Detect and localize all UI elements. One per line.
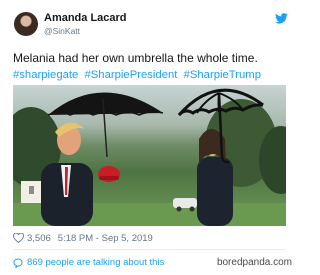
tweet-photo[interactable] xyxy=(13,85,286,226)
twitter-bird-icon[interactable] xyxy=(275,13,288,24)
hashtag-line: #sharpiegate #SharpiePresident #SharpieT… xyxy=(13,68,298,83)
hashtag-link[interactable]: #sharpiegate xyxy=(13,69,78,81)
divider xyxy=(13,249,286,250)
talking-text[interactable]: 869 people are talking about this xyxy=(27,257,164,268)
speech-bubble-icon xyxy=(13,257,23,268)
talking-link[interactable]: 869 people are talking about this xyxy=(13,257,164,268)
hashtag-link[interactable]: #SharpieTrump xyxy=(184,69,261,81)
tweet-text: Melania had her own umbrella the whole t… xyxy=(13,51,258,65)
avatar[interactable] xyxy=(14,12,38,36)
like-count[interactable]: 3,506 xyxy=(27,233,51,244)
author-handle[interactable]: @SinKatt xyxy=(44,26,80,36)
hashtag-link[interactable]: #SharpiePresident xyxy=(84,69,177,81)
umbrella-shape xyxy=(48,92,163,115)
tweet-card: Amanda Lacard @SinKatt Melania had her o… xyxy=(0,0,300,275)
heart-icon[interactable] xyxy=(13,233,24,243)
woman-figure xyxy=(197,157,233,226)
author-name[interactable]: Amanda Lacard xyxy=(44,12,127,25)
photo-scene xyxy=(13,88,286,226)
car-shape xyxy=(173,198,197,208)
tweet-meta: 3,506 5:18 PM - Sep 5, 2019 xyxy=(13,232,153,244)
tweet-timestamp[interactable]: 5:18 PM - Sep 5, 2019 xyxy=(58,233,153,244)
site-watermark: boredpanda.com xyxy=(216,257,292,268)
